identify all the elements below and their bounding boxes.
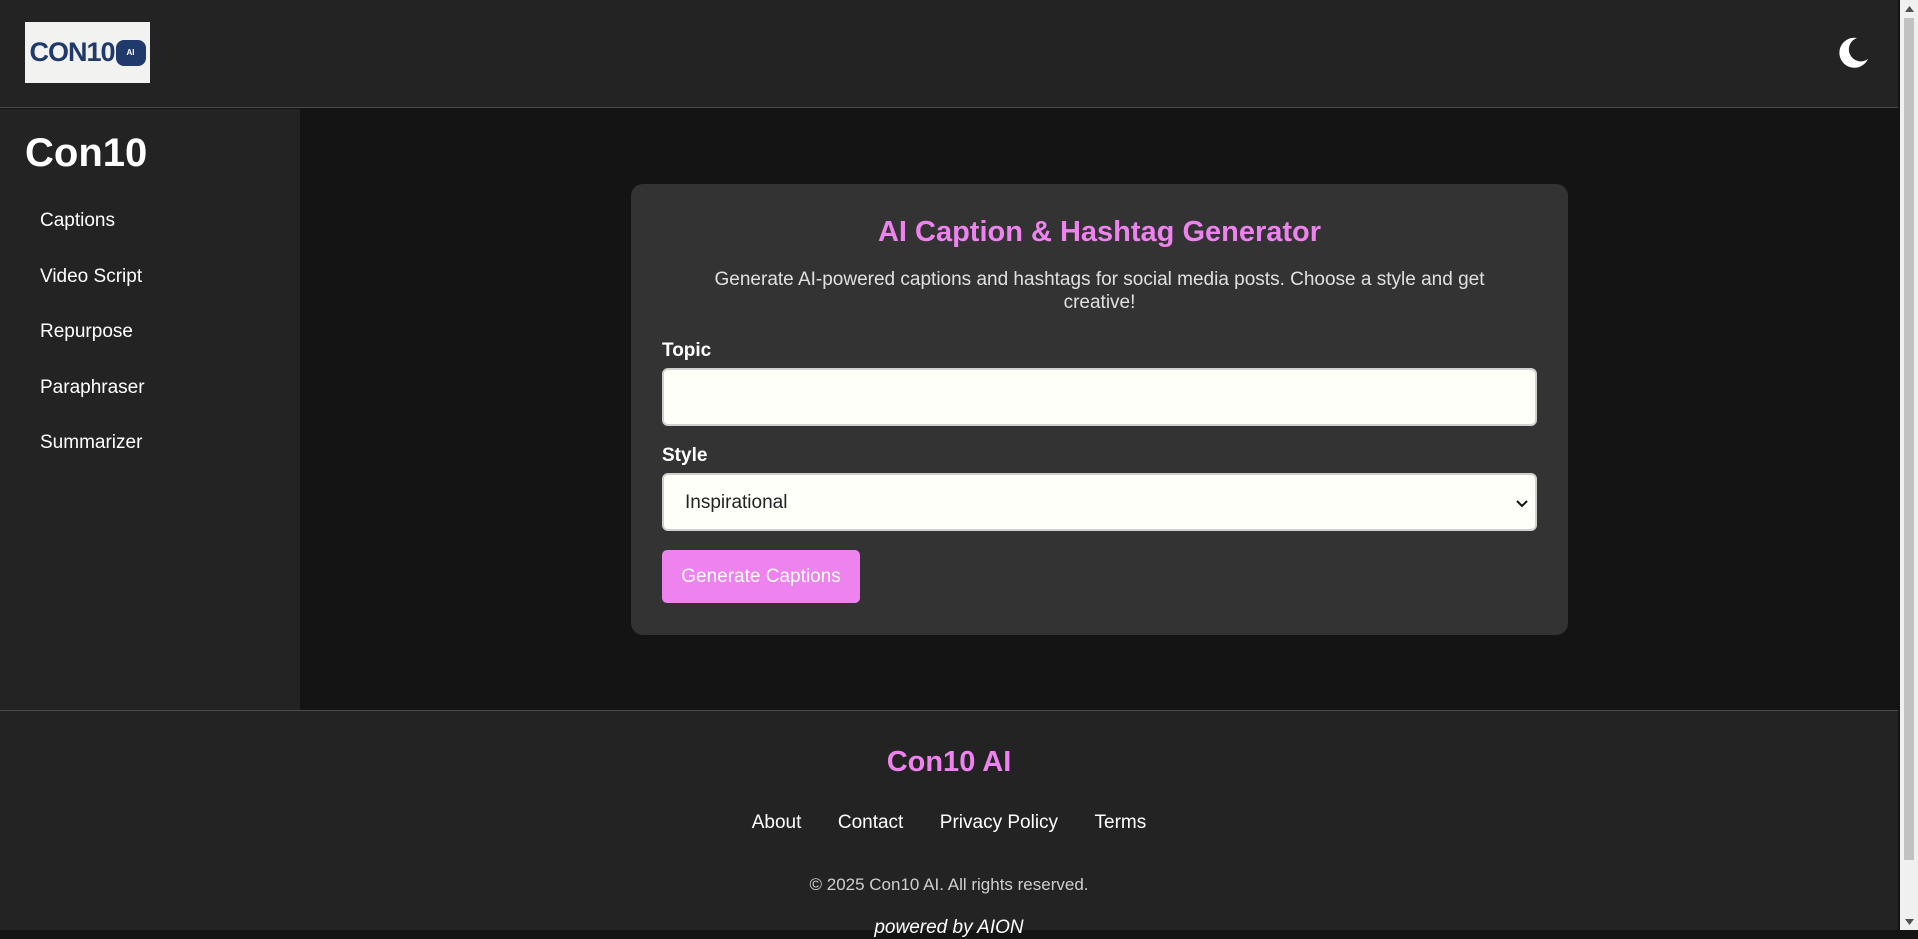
page-description: Generate AI-powered captions and hashtag… xyxy=(714,269,1485,313)
footer: Con10 AI About Contact Privacy Policy Te… xyxy=(0,710,1898,938)
style-label: Style xyxy=(662,445,708,466)
style-select[interactable]: Inspirational xyxy=(662,473,1537,531)
style-select-value: Inspirational xyxy=(685,492,788,513)
generate-captions-button[interactable]: Generate Captions xyxy=(662,550,860,603)
sidebar-item-paraphraser[interactable]: Paraphraser xyxy=(40,378,145,437)
footer-copyright: © 2025 Con10 AI. All rights reserved. xyxy=(809,875,1089,894)
scroll-up-arrow-icon xyxy=(1904,5,1914,12)
scroll-down-button[interactable] xyxy=(1900,913,1918,930)
topic-label: Topic xyxy=(662,340,712,361)
footer-links: About Contact Privacy Policy Terms xyxy=(0,812,1898,834)
scrollbar-thumb[interactable] xyxy=(1904,18,1914,860)
footer-link-about[interactable]: About xyxy=(752,812,802,833)
page-title: AI Caption & Hashtag Generator xyxy=(877,216,1322,248)
footer-link-contact[interactable]: Contact xyxy=(838,812,903,833)
logo-text: CON10 xyxy=(29,37,115,67)
scroll-up-button[interactable] xyxy=(1900,0,1918,17)
logo[interactable]: CON10 AI xyxy=(25,22,150,83)
scroll-down-arrow-icon xyxy=(1904,918,1914,925)
sidebar-item-captions[interactable]: Captions xyxy=(40,211,145,270)
sidebar: Con10 Captions Video Script Repurpose Pa… xyxy=(0,109,300,710)
sidebar-item-video-script[interactable]: Video Script xyxy=(40,267,145,326)
sidebar-item-summarizer[interactable]: Summarizer xyxy=(40,433,145,492)
top-header: CON10 AI xyxy=(0,0,1898,108)
sidebar-title: Con10 xyxy=(25,131,148,175)
logo-wordmark: CON10 AI xyxy=(29,37,146,68)
sidebar-nav: Captions Video Script Repurpose Paraphra… xyxy=(40,211,145,492)
theme-toggle-button[interactable] xyxy=(1834,34,1872,72)
page: CON10 AI Con10 Captions Video Script Rep… xyxy=(0,0,1898,938)
footer-link-terms[interactable]: Terms xyxy=(1095,812,1147,833)
chevron-down-icon xyxy=(1516,500,1528,508)
topic-input[interactable] xyxy=(662,368,1537,426)
moon-icon xyxy=(1839,37,1868,68)
vertical-scrollbar[interactable] xyxy=(1900,0,1918,930)
footer-powered-by: powered by AION xyxy=(874,917,1024,938)
footer-link-privacy-policy[interactable]: Privacy Policy xyxy=(940,812,1058,833)
caption-generator-card: AI Caption & Hashtag Generator Generate … xyxy=(631,184,1568,635)
footer-brand: Con10 AI xyxy=(886,746,1012,778)
sidebar-item-repurpose[interactable]: Repurpose xyxy=(40,322,145,381)
logo-badge: AI xyxy=(115,39,146,66)
